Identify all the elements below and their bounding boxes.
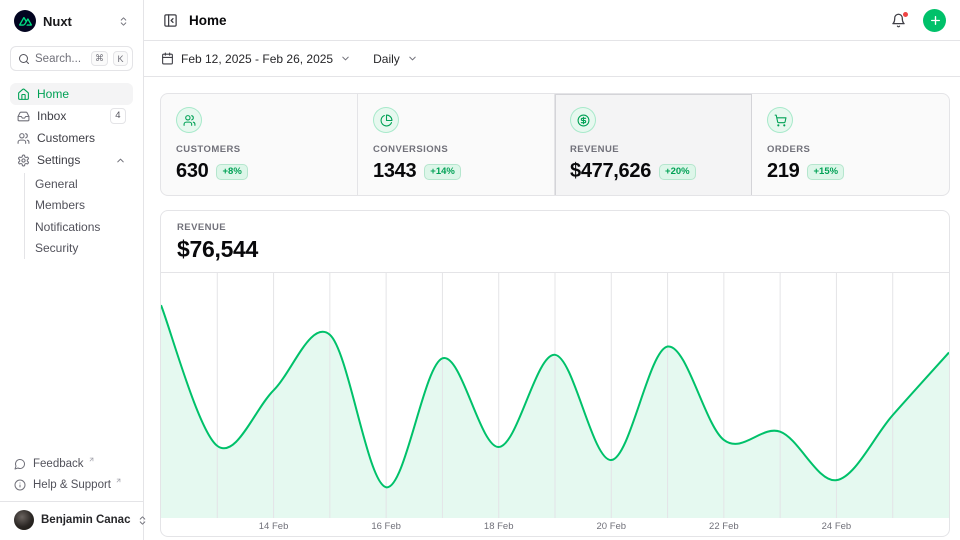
page-title: Home [189,13,880,28]
stat-value: 630 [176,160,208,183]
sidebar-footer-links: Feedback Help & Support [10,453,133,495]
stat-label: CUSTOMERS [176,144,342,155]
x-axis-tick: 24 Feb [822,521,852,532]
chevron-down-icon [407,53,418,64]
sidebar-item-home[interactable]: Home [10,83,133,105]
stat-value: 1343 [373,160,416,183]
chart-pie-icon [373,107,399,133]
x-axis-tick: 18 Feb [484,521,514,532]
stat-delta-badge: +20% [659,164,696,180]
main-area: Home Feb 12, 2025 - Feb 26, 2025 Daily [144,0,960,540]
stat-card-revenue[interactable]: REVENUE $477,626 +20% [555,94,752,196]
external-link-icon [115,477,122,484]
date-range-value: Feb 12, 2025 - Feb 26, 2025 [181,52,333,66]
chevron-up-icon [115,155,126,166]
notifications-button[interactable] [889,11,908,30]
help-support-link[interactable]: Help & Support [10,474,133,495]
revenue-area-chart[interactable] [161,273,949,518]
sidebar-item-settings[interactable]: Settings [10,149,133,171]
info-circle-icon [14,479,26,491]
stat-card-customers[interactable]: CUSTOMERS 630 +8% [161,94,358,196]
stat-label: CONVERSIONS [373,144,539,155]
avatar [14,510,34,530]
team-name: Nuxt [43,14,111,29]
stat-value: $477,626 [570,160,651,183]
sidebar-item-inbox[interactable]: Inbox 4 [10,105,133,127]
stats-row: CUSTOMERS 630 +8% CONVERSIONS 1343 +14% [160,93,950,196]
home-icon [17,88,30,101]
sidebar-item-customers[interactable]: Customers [10,127,133,149]
stat-delta-badge: +8% [216,164,247,180]
x-axis-tick: 22 Feb [709,521,739,532]
settings-subnav: General Members Notifications Security [24,173,133,259]
revenue-chart-card: REVENUE $76,544 14 Feb 16 Feb 18 Feb 20 Feb… [160,210,950,537]
external-link-icon [88,456,95,463]
sidebar-item-security[interactable]: Security [25,238,133,260]
notification-dot [902,11,909,18]
kbd-cmd: ⌘ [91,51,108,66]
stat-label: ORDERS [767,144,934,155]
sidebar: Nuxt Search... ⌘ K Home Inbox 4 [0,0,144,540]
nuxt-logo-icon [14,10,36,32]
stat-delta-badge: +14% [424,164,461,180]
shopping-cart-icon [767,107,793,133]
filter-toolbar: Feb 12, 2025 - Feb 26, 2025 Daily [144,41,960,77]
collapse-sidebar-button[interactable] [161,11,180,30]
feedback-link[interactable]: Feedback [10,453,133,474]
page-header: Home [144,0,960,41]
x-axis-tick: 20 Feb [596,521,626,532]
stat-value: 219 [767,160,799,183]
sidebar-nav: Home Inbox 4 Customers Settings Genera [10,83,133,259]
search-placeholder: Search... [35,53,86,65]
user-menu[interactable]: Benjamin Canac [0,501,143,534]
stat-label: REVENUE [570,144,736,155]
chart-header: REVENUE $76,544 [161,211,949,273]
plus-icon [929,14,942,27]
chart-label: REVENUE [177,222,933,233]
circle-dollar-icon [570,107,596,133]
sidebar-item-notifications[interactable]: Notifications [25,216,133,238]
sidebar-item-members[interactable]: Members [25,195,133,217]
kbd-k: K [113,51,128,66]
content-area: CUSTOMERS 630 +8% CONVERSIONS 1343 +14% [144,77,960,540]
inbox-icon [17,110,30,123]
chart-x-axis: 14 Feb 16 Feb 18 Feb 20 Feb 22 Feb 24 Feb [161,518,949,536]
users-icon [17,132,30,145]
sidebar-spacer [10,259,133,453]
sidebar-item-general[interactable]: General [25,173,133,195]
chevron-down-icon [340,53,351,64]
calendar-icon [161,52,174,65]
gear-icon [17,154,30,167]
add-button[interactable] [923,9,946,32]
granularity-select[interactable]: Daily [373,52,418,66]
search-input[interactable]: Search... ⌘ K [10,46,133,71]
inbox-count-badge: 4 [110,108,126,123]
team-switcher[interactable]: Nuxt [10,8,133,34]
x-axis-tick: 14 Feb [259,521,289,532]
users-icon [176,107,202,133]
date-range-picker[interactable]: Feb 12, 2025 - Feb 26, 2025 [161,52,351,66]
panel-left-close-icon [163,13,178,28]
user-name: Benjamin Canac [41,514,130,526]
stat-card-conversions[interactable]: CONVERSIONS 1343 +14% [358,94,555,196]
stat-delta-badge: +15% [807,164,844,180]
stat-card-orders[interactable]: ORDERS 219 +15% [752,94,949,196]
message-circle-icon [14,458,26,470]
search-icon [18,53,30,65]
chevrons-up-down-icon [118,16,129,27]
granularity-value: Daily [373,52,400,66]
chart-total-value: $76,544 [177,236,933,263]
x-axis-tick: 16 Feb [371,521,401,532]
